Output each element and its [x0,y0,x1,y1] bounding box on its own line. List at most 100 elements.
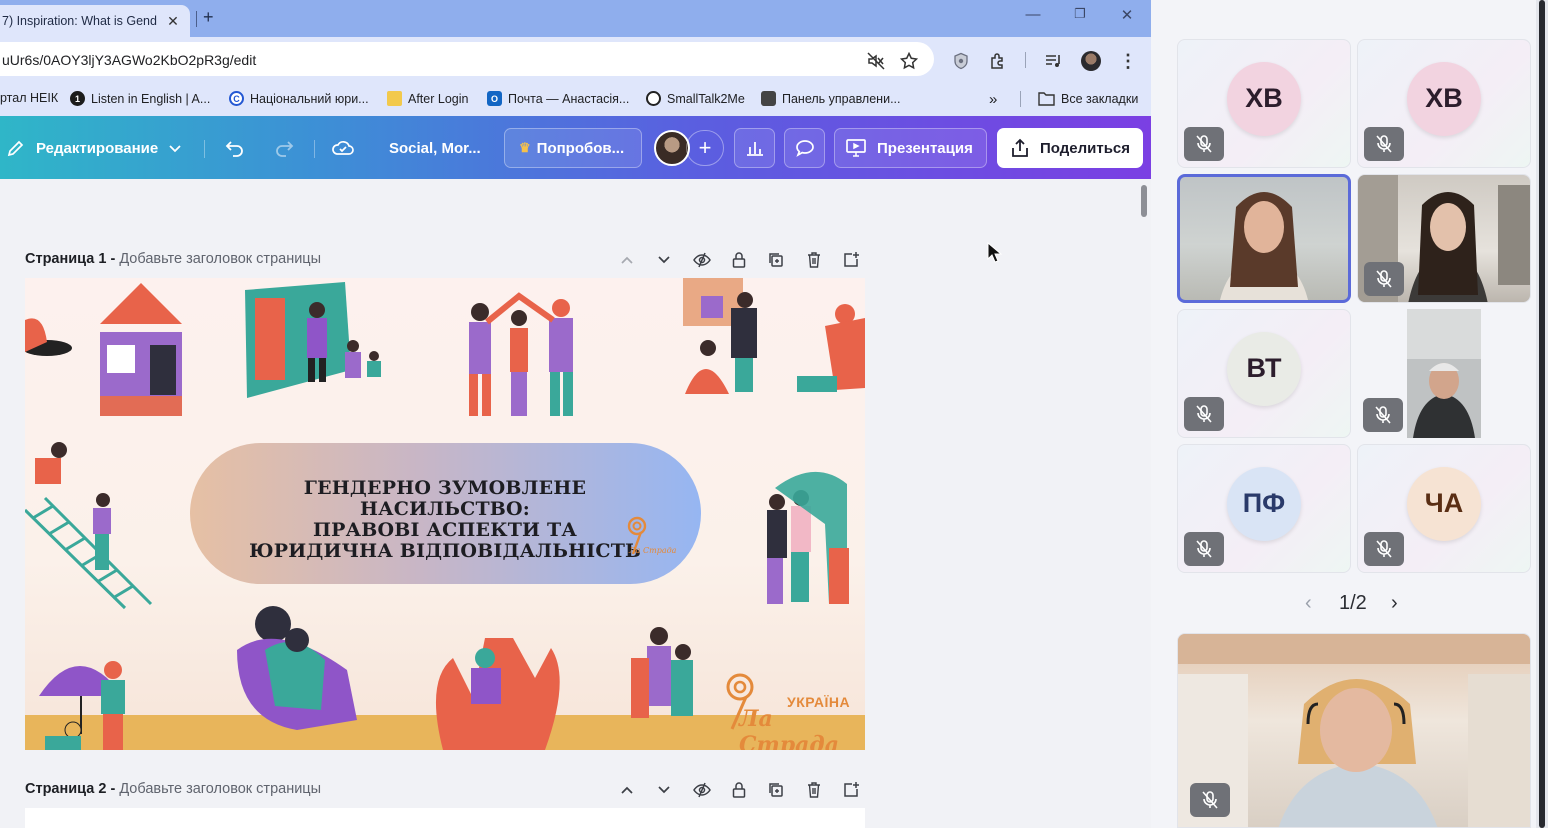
add-collaborator-button[interactable]: + [686,130,724,166]
participant-tile[interactable]: ВТ [1177,309,1351,438]
page-1-title[interactable]: Страница 1 - Добавьте заголовок страницы [25,251,321,267]
page-2-title[interactable]: Страница 2 - Добавьте заголовок страницы [25,781,321,797]
address-bar-row: uUr6s/0AOY3ljY3AGWo2KbO2pR3g/edit ⋮ [0,37,1151,83]
all-bookmarks-button[interactable]: Все закладки [1038,91,1138,106]
redo-icon[interactable] [273,128,295,168]
page-2-tools [617,780,867,800]
participant-avatar: ЧА [1407,466,1481,541]
toolbar-divider [314,140,315,158]
window-close-icon[interactable]: ✕ [1117,6,1137,24]
bookmark-favicon-icon: C [229,91,244,106]
add-page-icon[interactable] [841,250,861,270]
participant-video-tile[interactable] [1357,309,1531,438]
hide-page-icon[interactable] [692,780,712,800]
edit-mode-dropdown[interactable]: Редактирование [6,128,182,168]
presenter-video [1178,634,1530,827]
pager-text: 1/2 [1339,592,1367,614]
participant-video-tile[interactable] [1357,174,1531,303]
media-control-icon[interactable] [1043,51,1063,71]
move-page-up-icon[interactable] [617,250,637,270]
bookmark-item[interactable]: Панель управлени... [761,91,900,106]
pencil-icon [7,140,24,157]
participant-tile[interactable]: ХВ [1177,39,1351,168]
mic-muted-icon [1190,783,1230,817]
move-page-down-icon[interactable] [654,250,674,270]
bookmark-item[interactable]: SmallTalk2Me [646,91,745,106]
document-name[interactable]: Social, Mor... [389,128,481,168]
move-page-up-icon[interactable] [617,780,637,800]
insights-chart-icon[interactable] [734,128,775,168]
slide-2[interactable] [25,808,865,828]
meeting-scrollbar-thumb[interactable] [1539,0,1545,828]
collaborator-avatar[interactable] [654,130,690,166]
comment-icon[interactable] [784,128,825,168]
close-tab-icon[interactable]: ✕ [164,13,182,30]
duplicate-page-icon[interactable] [766,780,786,800]
bookmarks-overflow-button[interactable]: » [989,91,997,108]
duplicate-page-icon[interactable] [766,250,786,270]
bookmark-favicon-icon [646,91,661,106]
shield-extension-icon[interactable] [951,51,971,71]
hide-page-icon[interactable] [692,250,712,270]
participant-avatar: ХВ [1227,61,1301,136]
editor-scrollbar[interactable] [1141,185,1147,217]
cloud-saved-icon[interactable] [331,128,355,168]
slide-1[interactable]: ГЕНДЕРНО ЗУМОВЛЕНЕ НАСИЛЬСТВО: ПРАВОВІ А… [25,278,865,750]
logo-small-text: Ла Страда [629,546,677,555]
participant-tile[interactable]: ЧА [1357,444,1531,573]
profile-avatar[interactable] [1081,51,1101,71]
toolbar-divider [204,140,205,158]
mic-muted-icon [1363,398,1403,432]
url-text[interactable]: uUr6s/0AOY3ljY3AGWo2KbO2pR3g/edit [2,52,256,68]
pager-next-button[interactable]: › [1391,592,1398,615]
participant-video-tile-active[interactable] [1177,174,1351,303]
browser-menu-icon[interactable]: ⋮ [1118,51,1138,71]
bookmark-item[interactable]: 1 Listen in English | A... [70,91,210,106]
bookmark-item[interactable]: ртал НЕІК [0,91,58,105]
slide-title[interactable]: ГЕНДЕРНО ЗУМОВЛЕНЕ НАСИЛЬСТВО: ПРАВОВІ А… [225,478,665,562]
presentation-icon [846,139,866,157]
minimize-icon[interactable]: — [1023,6,1043,23]
pager-prev-button[interactable]: ‹ [1305,592,1312,615]
tab-divider [196,11,197,27]
bookmark-item[interactable]: O Почта — Анастасія... [487,91,629,106]
share-upload-icon [1012,138,1028,157]
outlook-icon: O [487,91,502,106]
lock-page-icon[interactable] [729,250,749,270]
presenter-video-tile[interactable] [1177,633,1531,828]
participant-video [1407,309,1481,438]
add-page-icon[interactable] [841,780,861,800]
bookmark-item[interactable]: C Національний юри... [229,91,369,106]
mouse-cursor-icon [987,242,1003,263]
move-page-down-icon[interactable] [654,780,674,800]
page-1-tools [617,250,867,270]
muted-tab-icon[interactable] [866,51,886,71]
lock-page-icon[interactable] [729,780,749,800]
folder-icon [387,91,402,106]
delete-page-icon[interactable] [804,780,824,800]
share-button[interactable]: Поделиться [997,128,1143,168]
extensions-icon[interactable] [988,51,1008,71]
browser-tab[interactable]: 7) Inspiration: What is Gend ✕ [0,5,190,37]
bookmark-favicon-icon [761,91,776,106]
editor-canvas[interactable]: Страница 1 - Добавьте заголовок страницы [0,179,1151,828]
participant-avatar: ХВ [1407,61,1481,136]
bookmark-favicon-icon: 1 [70,91,85,106]
participant-tile[interactable]: ХВ [1357,39,1531,168]
present-button[interactable]: Презентация [834,128,987,168]
participant-avatar: ПФ [1227,466,1301,541]
new-tab-button[interactable]: + [203,7,214,28]
try-pro-button[interactable]: ♛ Попробов... [504,128,642,168]
mic-muted-icon [1184,127,1224,161]
mic-muted-icon [1364,262,1404,296]
participant-avatar: ВТ [1227,331,1301,406]
screen: 7) Inspiration: What is Gend ✕ + — ❐ ✕ u… [0,0,1548,828]
restore-icon[interactable]: ❐ [1070,6,1090,22]
bookmark-star-icon[interactable] [899,51,919,71]
mic-muted-icon [1184,532,1224,566]
bookmark-item[interactable]: After Login [387,91,468,106]
bookmarks-bar: ртал НЕІК 1 Listen in English | A... C Н… [0,83,1151,116]
delete-page-icon[interactable] [804,250,824,270]
participant-tile[interactable]: ПФ [1177,444,1351,573]
undo-icon[interactable] [224,128,246,168]
